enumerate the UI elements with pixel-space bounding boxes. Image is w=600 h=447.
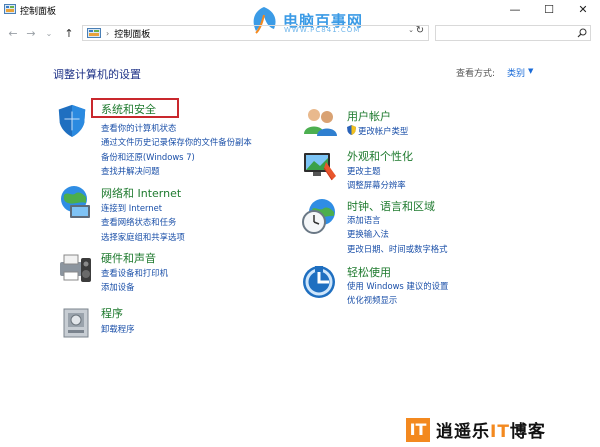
footer-brand-a: 逍遥乐 bbox=[436, 422, 490, 442]
control-panel-icon bbox=[4, 4, 16, 14]
breadcrumb-control-panel[interactable]: 控制面板 bbox=[114, 27, 150, 40]
search-icon[interactable] bbox=[577, 28, 587, 38]
view-by-label: 查看方式: bbox=[456, 69, 496, 79]
clock-globe-icon bbox=[302, 199, 335, 234]
shield-icon bbox=[58, 104, 86, 137]
category-title-network-internet[interactable]: 网络和 Internet bbox=[101, 185, 181, 201]
category-title-programs[interactable]: 程序 bbox=[101, 305, 123, 321]
link-screen-resolution[interactable]: 调整屏幕分辨率 bbox=[347, 179, 406, 191]
view-by-dropdown[interactable]: 类别 bbox=[507, 66, 525, 79]
link-connect-internet[interactable]: 连接到 Internet bbox=[101, 202, 162, 214]
link-network-status[interactable]: 查看网络状态和任务 bbox=[101, 216, 176, 228]
link-troubleshoot[interactable]: 查找并解决问题 bbox=[101, 165, 160, 177]
recent-locations-chevron-icon[interactable]: ⌄ bbox=[42, 26, 56, 40]
link-view-computer-status[interactable]: 查看你的计算机状态 bbox=[101, 122, 176, 134]
link-change-input-method[interactable]: 更换输入法 bbox=[347, 228, 389, 240]
navigation-bar: ← → ⌄ ↑ › 控制面板 ⌄ ↻ bbox=[0, 22, 600, 44]
printer-speaker-icon bbox=[60, 254, 91, 282]
close-button[interactable]: ✕ bbox=[566, 0, 600, 18]
link-optimize-visual-display[interactable]: 优化视频显示 bbox=[347, 294, 397, 306]
category-title-system-security[interactable]: 系统和安全 bbox=[101, 101, 156, 117]
link-devices-printers[interactable]: 查看设备和打印机 bbox=[101, 267, 168, 279]
footer-brand-text: 逍遥乐IT博客 bbox=[436, 417, 546, 442]
up-arrow-icon[interactable]: ↑ bbox=[62, 26, 76, 40]
link-backup-restore[interactable]: 备份和还原(Windows 7) bbox=[101, 151, 195, 163]
address-bar[interactable]: › 控制面板 bbox=[82, 25, 429, 41]
category-title-appearance[interactable]: 外观和个性化 bbox=[347, 148, 413, 164]
appearance-monitor-icon bbox=[304, 153, 336, 181]
footer-logo: IT bbox=[406, 417, 430, 442]
footer-watermark: IT 逍遥乐IT博客 bbox=[404, 412, 600, 447]
footer-brand-b: IT bbox=[490, 422, 510, 442]
link-uninstall-program[interactable]: 卸载程序 bbox=[101, 323, 135, 335]
page-heading: 调整计算机的设置 bbox=[53, 68, 141, 81]
uac-shield-icon bbox=[347, 125, 356, 135]
programs-box-icon bbox=[63, 308, 89, 338]
control-panel-icon bbox=[87, 28, 101, 38]
link-add-language[interactable]: 添加语言 bbox=[347, 214, 381, 226]
view-by-caret-icon[interactable]: ▼ bbox=[528, 67, 533, 75]
user-accounts-icon bbox=[304, 109, 337, 136]
search-input[interactable] bbox=[435, 25, 591, 41]
footer-brand-c: 博客 bbox=[509, 422, 546, 442]
category-title-hardware-sound[interactable]: 硬件和声音 bbox=[101, 250, 156, 266]
ease-of-access-icon bbox=[303, 266, 335, 298]
link-date-time-format[interactable]: 更改日期、时间或数字格式 bbox=[347, 243, 448, 255]
back-arrow-icon[interactable]: ← bbox=[6, 26, 20, 40]
breadcrumb-separator-icon: › bbox=[106, 28, 110, 38]
network-globe-icon bbox=[61, 186, 90, 218]
category-title-ease-of-access[interactable]: 轻松使用 bbox=[347, 264, 391, 280]
maximize-button[interactable]: ☐ bbox=[532, 0, 566, 18]
refresh-icon[interactable]: ↻ bbox=[413, 23, 427, 37]
forward-arrow-icon[interactable]: → bbox=[24, 26, 38, 40]
minimize-button[interactable]: — bbox=[498, 0, 532, 18]
link-windows-recommended-settings[interactable]: 使用 Windows 建议的设置 bbox=[347, 280, 448, 292]
link-file-history[interactable]: 通过文件历史记录保存你的文件备份副本 bbox=[101, 136, 252, 148]
link-homegroup-sharing[interactable]: 选择家庭组和共享选项 bbox=[101, 231, 185, 243]
category-title-user-accounts[interactable]: 用户帐户 bbox=[347, 108, 391, 124]
category-title-clock-language[interactable]: 时钟、语言和区域 bbox=[347, 198, 435, 214]
link-change-theme[interactable]: 更改主题 bbox=[347, 165, 381, 177]
link-add-device[interactable]: 添加设备 bbox=[101, 281, 135, 293]
link-change-account-type[interactable]: 更改帐户类型 bbox=[358, 125, 408, 137]
window-title: 控制面板 bbox=[20, 7, 57, 17]
